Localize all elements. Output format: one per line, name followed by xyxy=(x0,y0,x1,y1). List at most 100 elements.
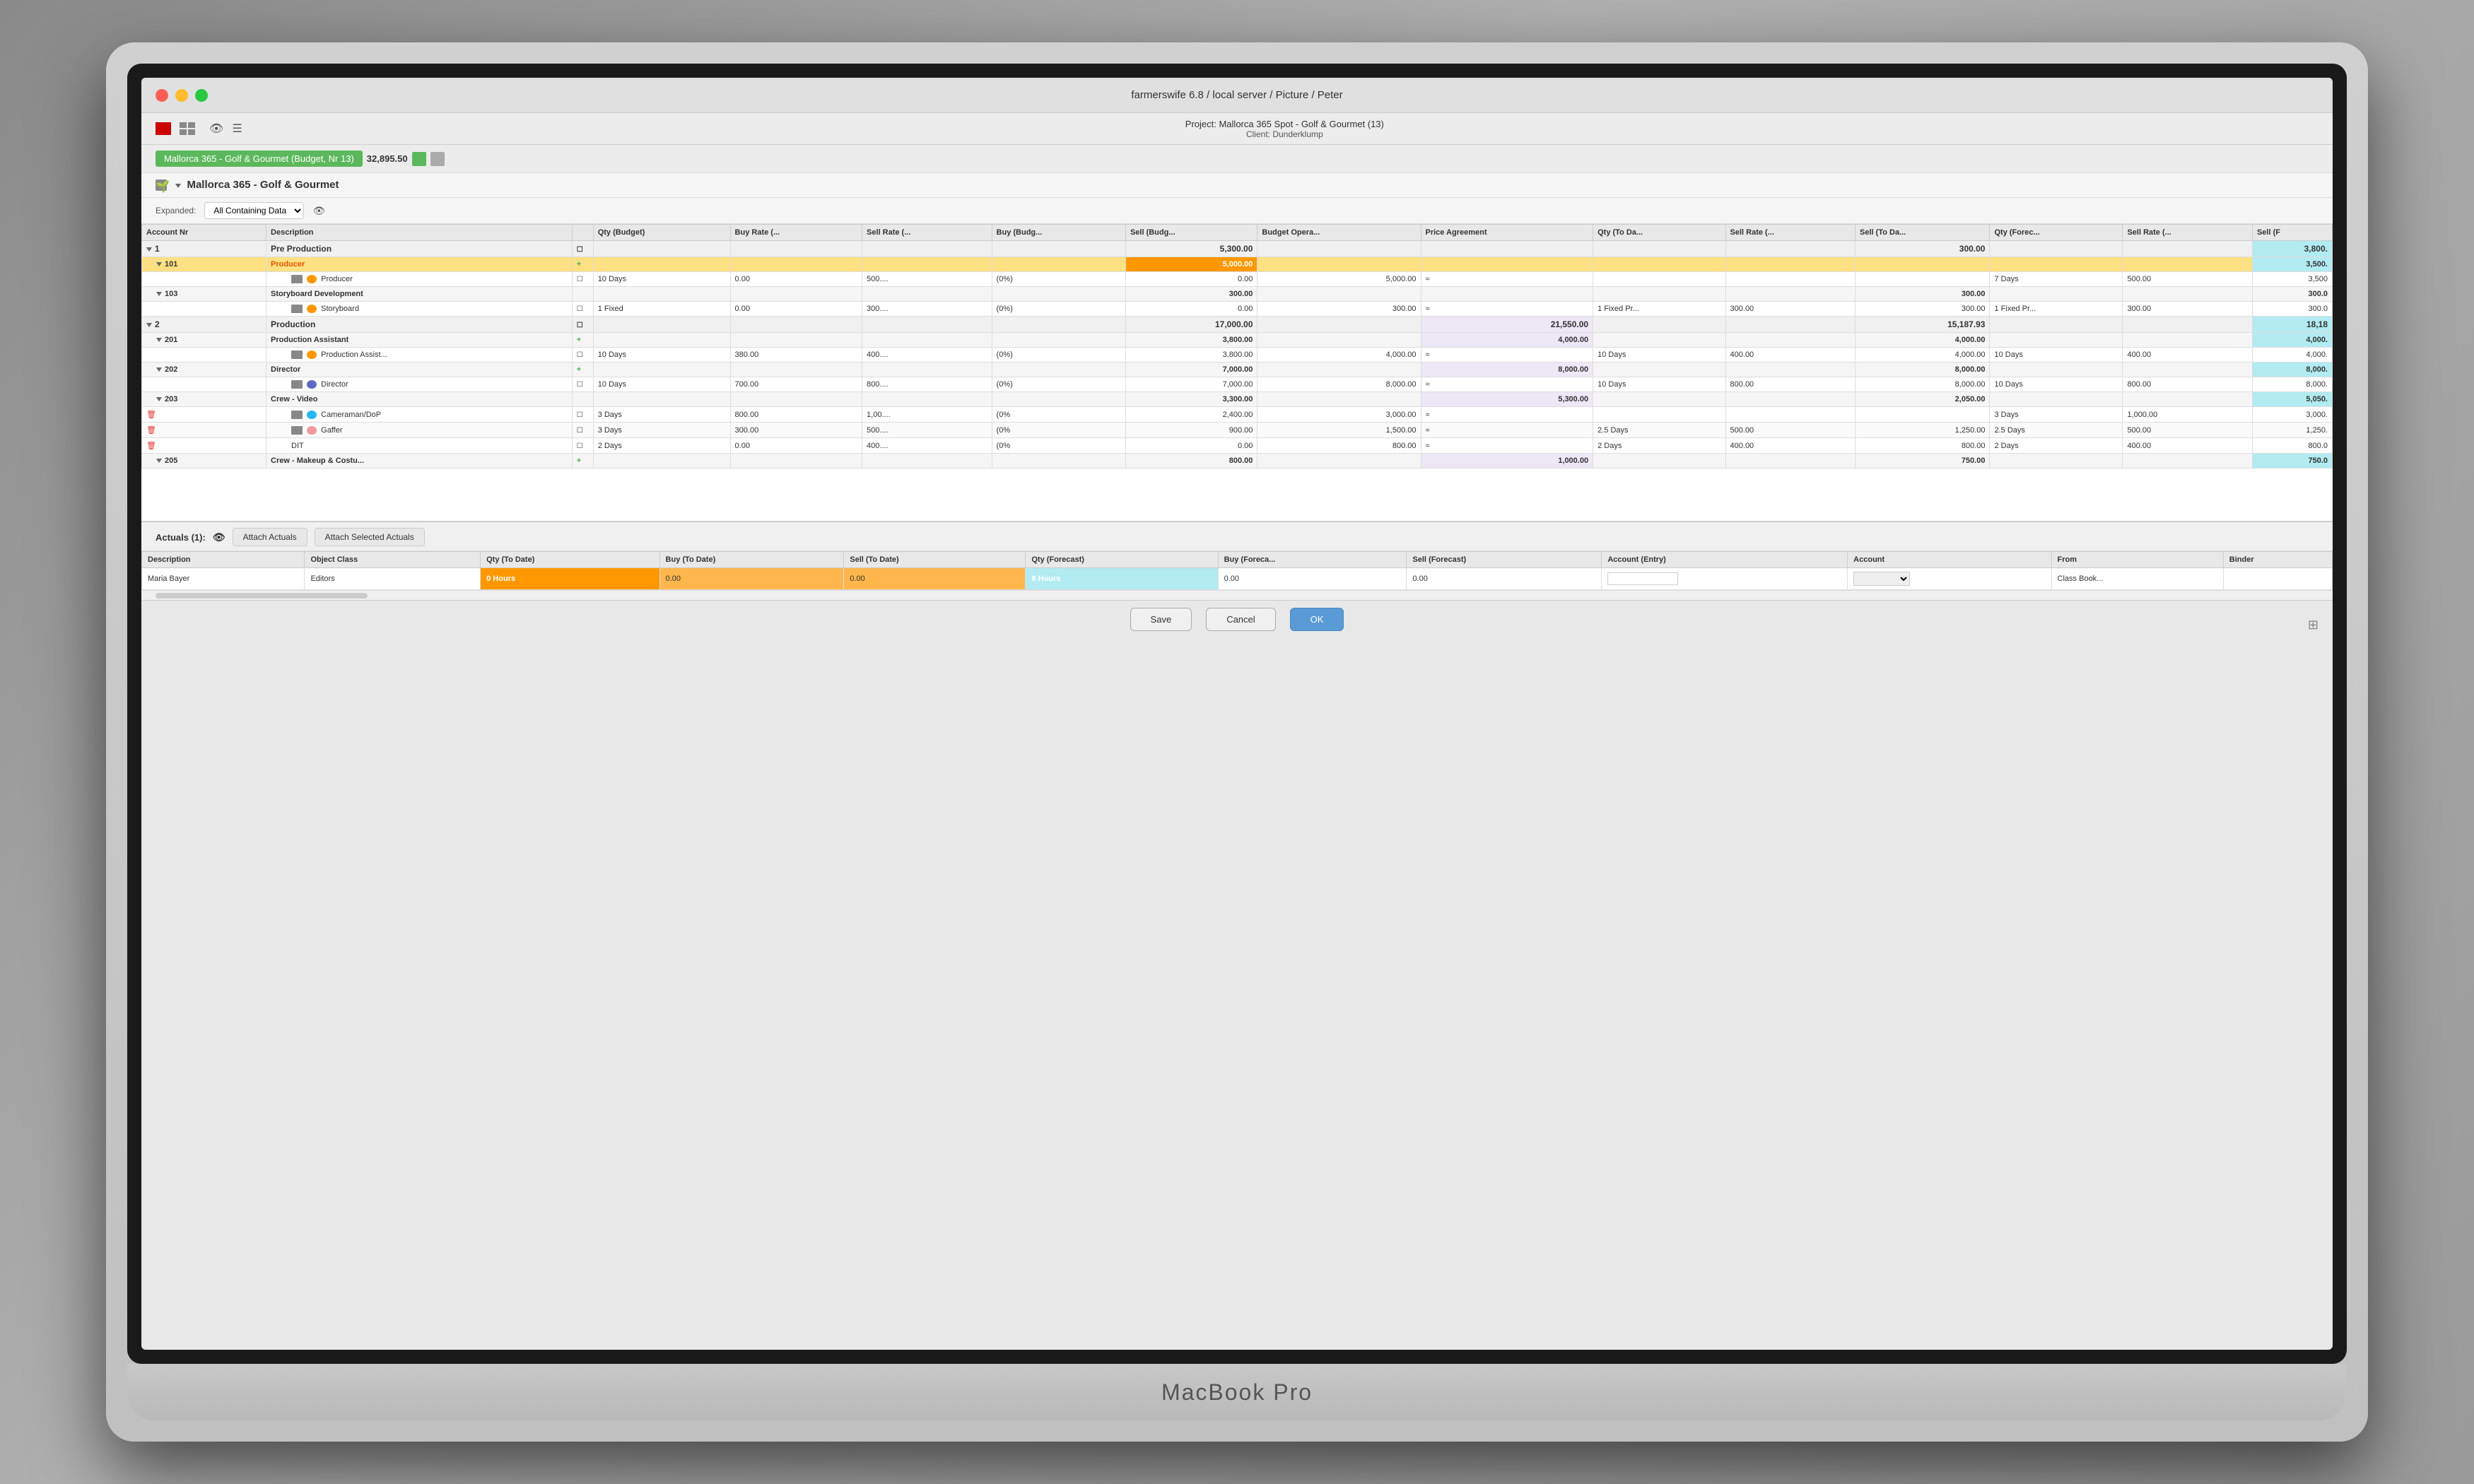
cell-sell-budget-sub: 300.00 xyxy=(1125,287,1257,302)
table-row: 2 Production ☐ 17,000.00 21,550.00 15,18… xyxy=(142,317,2333,333)
cell-sell-rf2: 300.00 xyxy=(2123,302,2253,317)
actuals-eye-icon[interactable]: 👁 xyxy=(213,531,225,543)
actuals-title: Actuals (1): xyxy=(156,532,206,543)
close-button[interactable] xyxy=(156,89,168,102)
cell-qty-forecast: 7 Days xyxy=(1990,272,2123,287)
bottom-bar: Save Cancel OK ⊞ xyxy=(141,600,2333,638)
actuals-col-buy-f: Buy (Foreca... xyxy=(1218,552,1407,568)
actuals-col-binder: Binder xyxy=(2223,552,2332,568)
table-row: Director ☐ 10 Days 700.00 800.... (0%) 7… xyxy=(142,377,2333,392)
cancel-button[interactable]: Cancel xyxy=(1206,608,1275,631)
cell-item-pa: Production Assist... xyxy=(266,348,573,363)
delete-icon[interactable]: 🗑 xyxy=(146,442,156,450)
toolbar-list-icon[interactable]: ☰ xyxy=(232,122,242,136)
col-budget-opera: Budget Opera... xyxy=(1257,225,1421,241)
expanded-select[interactable]: All Containing Data xyxy=(204,202,304,219)
minimize-button[interactable] xyxy=(175,89,188,102)
cell-sub201-id: 201 xyxy=(142,333,266,348)
actuals-table: Description Object Class Qty (To Date) B… xyxy=(141,551,2333,590)
cell-sell-r2: 300.... xyxy=(862,302,992,317)
cell-sell-f205: 750.0 xyxy=(2252,454,2332,469)
cell-sub202-id: 202 xyxy=(142,363,266,377)
cell-section-desc: Pre Production xyxy=(266,241,573,257)
traffic-lights xyxy=(156,89,208,102)
actuals-cell-account[interactable] xyxy=(1848,568,2051,590)
main-table-wrapper[interactable]: Account Nr Description Qty (Budget) Buy … xyxy=(141,224,2333,521)
scanner-icon: ⊞ xyxy=(2308,618,2318,632)
filter-eye-icon[interactable]: 👁 xyxy=(312,205,325,217)
toolbar-eye-icon[interactable]: 👁 xyxy=(209,122,223,136)
macbook-label: MacBook Pro xyxy=(1161,1379,1313,1406)
cell-sell-f203: 5,050. xyxy=(2252,392,2332,407)
cell-item-cam: Cameraman/DoP xyxy=(266,407,573,423)
project-info: Project: Mallorca 365 Spot - Golf & Gour… xyxy=(251,119,2318,139)
cell-sell-b201: 3,800.00 xyxy=(1125,333,1257,348)
delete-icon[interactable]: 🗑 xyxy=(146,426,156,435)
cell-sell-f-cat: 3,500. xyxy=(2252,257,2332,272)
cell-sec2-desc: Production xyxy=(266,317,573,333)
budget-tag: Mallorca 365 - Golf & Gourmet (Budget, N… xyxy=(156,151,363,167)
actuals-cell-sell-f: 0.00 xyxy=(1407,568,1602,590)
section-title: Mallorca 365 - Golf & Gourmet xyxy=(187,179,339,191)
cell-item-gaffer: Gaffer xyxy=(266,423,573,438)
maximize-button[interactable] xyxy=(195,89,208,102)
toolbar-grid-icon[interactable] xyxy=(180,122,195,135)
col-sell-rate: Sell Rate (... xyxy=(862,225,992,241)
attach-selected-actuals-button[interactable]: Attach Selected Actuals xyxy=(315,528,425,546)
table-row: 202 Director + 7,000.00 8,000.00 8,000.0… xyxy=(142,363,2333,377)
attach-actuals-button[interactable]: Attach Actuals xyxy=(233,528,307,546)
cell-sell-td-sec2: 15,187.93 xyxy=(1856,317,1990,333)
actuals-col-sell-f: Sell (Forecast) xyxy=(1407,552,1602,568)
table-row: 🗑 Gaffer ☐ 3 Days 300.00 500.... (0% xyxy=(142,423,2333,438)
table-row: 201 Production Assistant + 3,800.00 4,00… xyxy=(142,333,2333,348)
col-qty-to-date: Qty (To Da... xyxy=(1593,225,1725,241)
col-account-nr: Account Nr xyxy=(142,225,266,241)
actuals-cell-account-entry[interactable] xyxy=(1602,568,1848,590)
budget-arrow-icon[interactable] xyxy=(430,152,445,166)
cell-icon: + xyxy=(572,257,593,272)
cell-qty-f2: 1 Fixed Pr... xyxy=(1990,302,2123,317)
project-client: Client: Dunderklump xyxy=(1246,129,1323,139)
cell-sub201-desc: Production Assistant xyxy=(266,333,573,348)
actuals-cell-qty-f: 8 Hours xyxy=(1026,568,1218,590)
horizontal-scrollbar[interactable] xyxy=(141,590,2333,600)
col-sell-rate-td: Sell Rate (... xyxy=(1725,225,1856,241)
actuals-header-row: Description Object Class Qty (To Date) B… xyxy=(142,552,2333,568)
cell-sell-b203: 3,300.00 xyxy=(1125,392,1257,407)
cell-budget-opera: ≈ xyxy=(1421,272,1593,287)
cell-sub-desc: Storyboard Development xyxy=(266,287,573,302)
plant-icon[interactable]: 🌱 xyxy=(156,179,167,191)
delete-icon[interactable]: 🗑 xyxy=(146,411,156,419)
actuals-cell-buy-td: 0.00 xyxy=(659,568,844,590)
col-buy-rate: Buy Rate (... xyxy=(730,225,862,241)
budget-check-icon[interactable] xyxy=(412,152,426,166)
cell-sell-b2: 300.00 xyxy=(1257,302,1421,317)
account-select[interactable] xyxy=(1853,572,1910,586)
ok-button[interactable]: OK xyxy=(1290,608,1344,631)
col-qty-budget: Qty (Budget) xyxy=(593,225,730,241)
cell-section-id: 1 xyxy=(142,241,266,257)
table-row: 203 Crew - Video 3,300.00 5,300.00 2,050… xyxy=(142,392,2333,407)
account-entry-input[interactable] xyxy=(1607,572,1678,585)
cell-sub202-desc: Director xyxy=(266,363,573,377)
cell-sell-td-sub: 300.00 xyxy=(1856,287,1990,302)
actuals-cell-qty-td: 0 Hours xyxy=(481,568,659,590)
cell-price205: 1,000.00 xyxy=(1421,454,1593,469)
macbook-bottom: MacBook Pro xyxy=(127,1364,2347,1420)
table-row: 🗑 Cameraman/DoP ☐ 3 Days 800.00 1,00....… xyxy=(142,407,2333,423)
cell-sell-td203: 2,050.00 xyxy=(1856,392,1990,407)
expanded-label: Expanded: xyxy=(156,206,196,216)
plus-icon[interactable]: + xyxy=(577,260,581,269)
plus-icon[interactable]: + xyxy=(577,336,581,344)
cell-buy-r2: 0.00 xyxy=(730,302,862,317)
col-qty-forecast: Qty (Forec... xyxy=(1990,225,2123,241)
cell-pct: (0%) xyxy=(992,272,1125,287)
col-price-agreement: Price Agreement xyxy=(1421,225,1593,241)
plus-icon[interactable]: + xyxy=(577,457,581,465)
actuals-table-wrapper[interactable]: Description Object Class Qty (To Date) B… xyxy=(141,551,2333,590)
project-title: Project: Mallorca 365 Spot - Golf & Gour… xyxy=(1185,119,1384,129)
table-row: Producer ☐ 10 Days 0.00 500.... (0%) 0.0… xyxy=(142,272,2333,287)
save-button[interactable]: Save xyxy=(1130,608,1192,631)
toolbar-red-icon[interactable] xyxy=(156,122,171,135)
plus-icon[interactable]: + xyxy=(577,365,581,374)
